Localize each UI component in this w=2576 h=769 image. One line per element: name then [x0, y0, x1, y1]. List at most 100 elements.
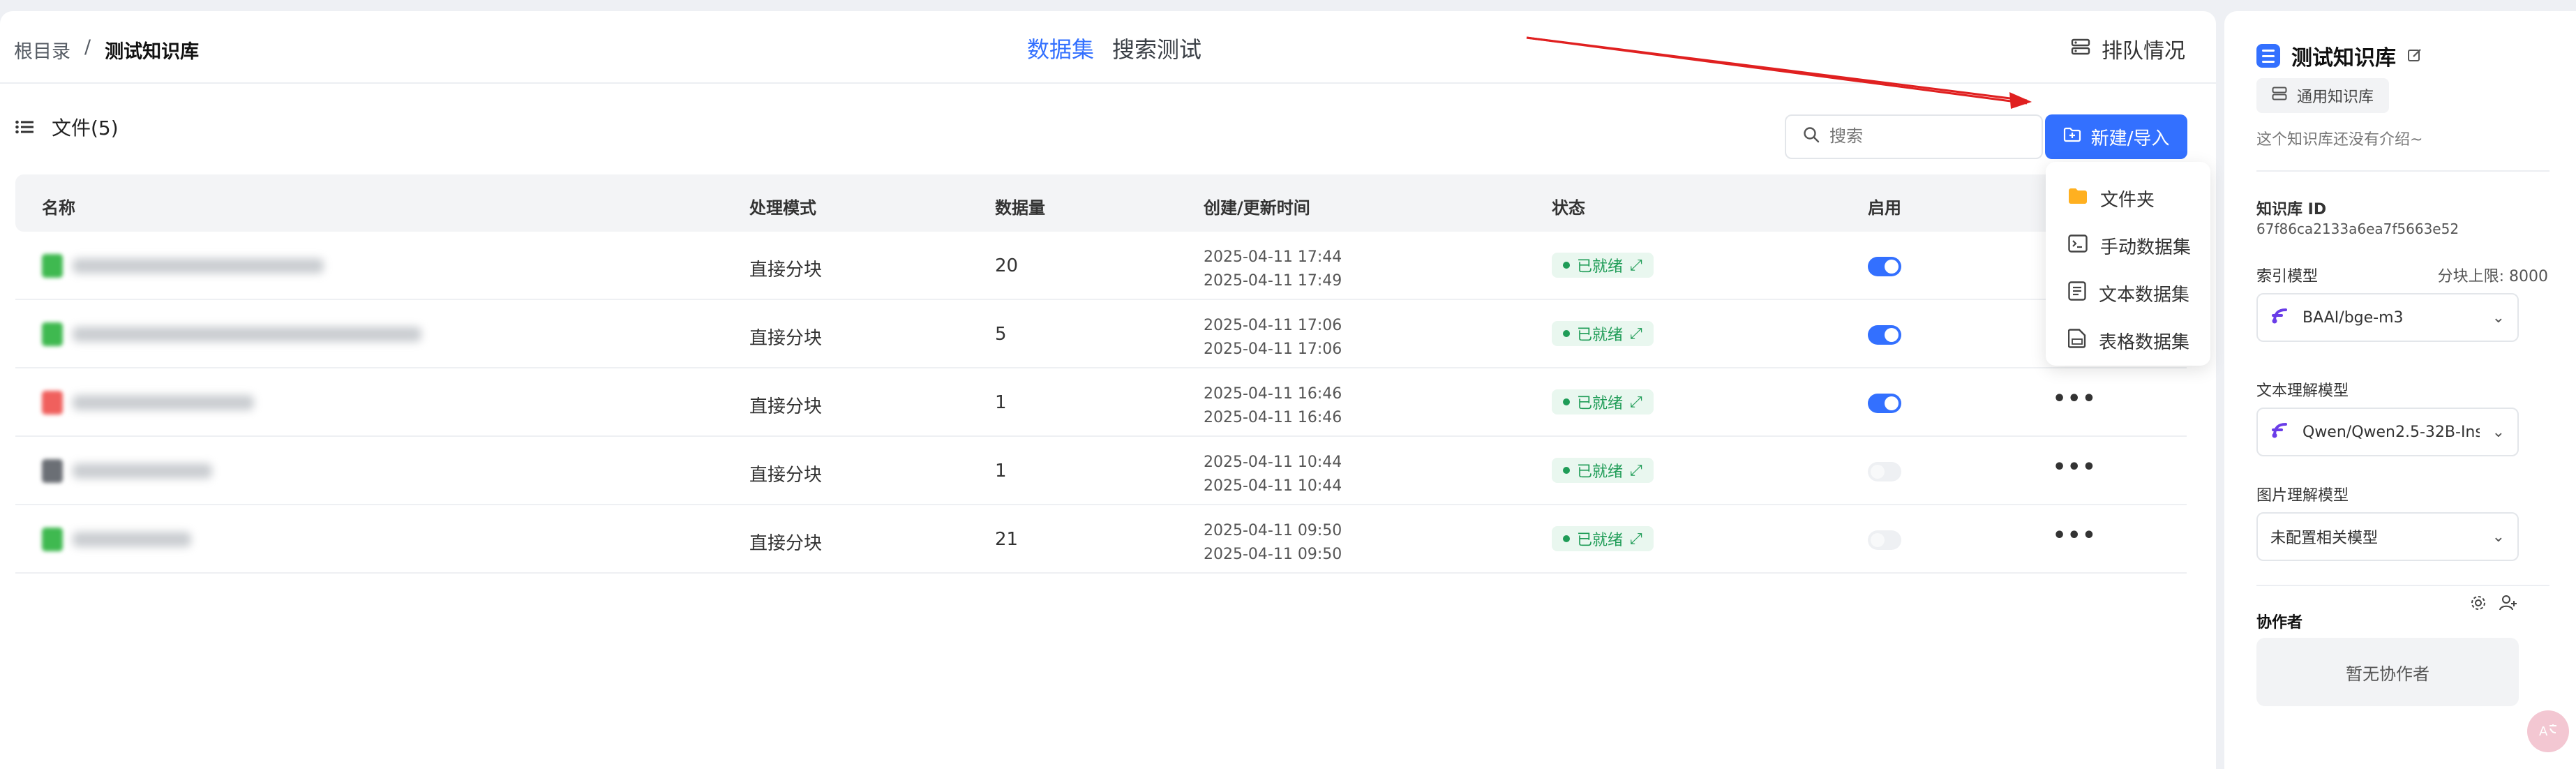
text-model-select[interactable]: Qwen/Qwen2.5-32B-Instruct ⌄	[2256, 408, 2519, 456]
breadcrumb: 根目录 / 测试知识库	[14, 36, 199, 64]
gear-icon[interactable]	[2470, 595, 2487, 614]
expand-icon: ⤢	[1630, 530, 1642, 548]
tab-search-test[interactable]: 搜索测试	[1112, 32, 1201, 64]
status-label: 已就绪	[1577, 532, 1624, 549]
queue-icon	[2071, 37, 2090, 61]
chunk-limit: 分块上限: 8000	[2437, 268, 2548, 285]
queue-status-button[interactable]: 排队情况	[2071, 33, 2185, 64]
expand-icon: ⤢	[1630, 324, 1642, 343]
collaborators-empty: 暂无协作者	[2256, 638, 2519, 706]
new-import-button[interactable]: 新建/导入	[2045, 114, 2187, 159]
collaborators-label: 协作者	[2256, 614, 2303, 632]
text-model-label: 文本理解模型	[2256, 382, 2349, 400]
file-icon	[42, 391, 63, 415]
mode-cell: 直接分块	[749, 396, 823, 417]
file-name-cell[interactable]	[42, 528, 191, 551]
folder-plus-icon	[2063, 126, 2081, 148]
created-time: 2025-04-11 09:50	[1204, 522, 1342, 539]
more-actions-button[interactable]: •••	[2053, 455, 2097, 479]
index-model-select[interactable]: BAAI/bge-m3 ⌄	[2256, 293, 2519, 342]
chevron-down-icon: ⌄	[2492, 423, 2505, 441]
time-cell: 2025-04-11 09:50 2025-04-11 09:50	[1204, 519, 1342, 567]
expand-icon: ⤢	[1630, 461, 1642, 479]
enable-toggle[interactable]	[1868, 394, 1901, 413]
list-icon	[15, 116, 33, 139]
file-name-redacted	[73, 463, 212, 479]
menu-item-label: 文本数据集	[2099, 284, 2190, 306]
index-model-value: BAAI/bge-m3	[2302, 308, 2404, 327]
menu-item-manual-dataset[interactable]: 手动数据集	[2046, 222, 2210, 269]
created-time: 2025-04-11 17:44	[1204, 248, 1342, 266]
enable-toggle[interactable]	[1868, 257, 1901, 276]
breadcrumb-root[interactable]: 根目录	[14, 36, 70, 64]
menu-item-label: 表格数据集	[2099, 331, 2190, 353]
top-bar: 根目录 / 测试知识库 数据集 搜索测试 排队情况	[0, 11, 2216, 84]
status-label: 已就绪	[1577, 258, 1624, 276]
image-model-label: 图片理解模型	[2256, 487, 2349, 505]
new-import-label: 新建/导入	[2090, 128, 2170, 149]
table-row[interactable]: 直接分块 5 2025-04-11 17:06 2025-04-11 17:06…	[15, 300, 2187, 368]
add-user-icon[interactable]	[2499, 595, 2517, 614]
updated-time: 2025-04-11 17:49	[1204, 272, 1342, 290]
file-name-cell[interactable]	[42, 459, 212, 483]
table-row[interactable]: 直接分块 1 2025-04-11 10:44 2025-04-11 10:44…	[15, 437, 2187, 505]
search-input[interactable]	[1829, 127, 2025, 147]
count-cell: 1	[995, 392, 1007, 413]
manual-dataset-icon	[2068, 234, 2088, 257]
breadcrumb-current: 测试知识库	[105, 41, 200, 63]
column-mode: 处理模式	[749, 198, 816, 218]
kb-id-value: 67f86ca2133a6ea7f5663e52	[2256, 221, 2459, 237]
column-name: 名称	[42, 198, 75, 218]
status-dot-icon	[1563, 535, 1570, 542]
more-actions-button[interactable]: •••	[2053, 523, 2097, 548]
model-icon	[2270, 420, 2290, 444]
file-icon	[42, 322, 63, 346]
file-name-redacted	[73, 532, 191, 547]
updated-time: 2025-04-11 10:44	[1204, 477, 1342, 495]
enable-toggle[interactable]	[1868, 530, 1901, 550]
file-name-cell[interactable]	[42, 254, 324, 278]
table-row[interactable]: 直接分块 1 2025-04-11 16:46 2025-04-11 16:46…	[15, 368, 2187, 437]
count-cell: 5	[995, 324, 1007, 345]
app-window: 根目录 / 测试知识库 数据集 搜索测试 排队情况 文件(5) 搜索 新建/导入…	[0, 0, 2576, 769]
file-name-cell[interactable]	[42, 322, 421, 346]
chevron-down-icon: ⌄	[2492, 308, 2505, 327]
breadcrumb-separator: /	[84, 36, 91, 58]
file-list-header: 文件(5)	[15, 113, 119, 141]
menu-item-folder[interactable]: 文件夹	[2046, 174, 2210, 222]
tab-datasets[interactable]: 数据集	[1027, 32, 1094, 64]
menu-item-text-dataset[interactable]: 文本数据集	[2046, 269, 2210, 317]
kb-title: 测试知识库	[2256, 40, 2423, 71]
translate-icon[interactable]: A	[2527, 710, 2569, 752]
status-badge: 已就绪 ⤢	[1552, 389, 1654, 415]
tab-bar: 数据集 搜索测试	[1027, 32, 1201, 64]
status-badge: 已就绪 ⤢	[1552, 458, 1654, 483]
table-row[interactable]: 直接分块 21 2025-04-11 09:50 2025-04-11 09:5…	[15, 505, 2187, 574]
knowledge-base-info-panel: 测试知识库 通用知识库 这个知识库还没有介绍~ 知识库 ID 67f86ca21…	[2224, 11, 2576, 769]
status-dot-icon	[1563, 262, 1570, 269]
kb-title-text: 测试知识库	[2291, 46, 2396, 70]
status-label: 已就绪	[1577, 327, 1624, 344]
edit-icon[interactable]	[2407, 44, 2423, 68]
image-model-select[interactable]: 未配置相关模型 ⌄	[2256, 512, 2519, 561]
menu-item-table-dataset[interactable]: 表格数据集	[2046, 317, 2210, 364]
file-name-redacted	[73, 395, 254, 410]
file-name-cell[interactable]	[42, 391, 254, 415]
folder-icon	[2068, 188, 2088, 209]
mode-cell: 直接分块	[749, 260, 823, 281]
column-time: 创建/更新时间	[1204, 198, 1310, 218]
enable-toggle[interactable]	[1868, 325, 1901, 345]
search-box[interactable]	[1785, 114, 2043, 159]
search-icon	[1803, 126, 1820, 147]
more-actions-button[interactable]: •••	[2053, 387, 2097, 411]
status-dot-icon	[1563, 467, 1570, 474]
text-dataset-icon	[2068, 281, 2086, 306]
knowledge-base-icon	[2256, 44, 2280, 68]
column-count: 数据量	[995, 198, 1045, 218]
enable-toggle[interactable]	[1868, 462, 1901, 481]
status-label: 已就绪	[1577, 463, 1624, 481]
model-icon	[2270, 306, 2290, 329]
kb-type-tag: 通用知识库	[2256, 78, 2390, 113]
created-time: 2025-04-11 16:46	[1204, 385, 1342, 403]
table-row[interactable]: 直接分块 20 2025-04-11 17:44 2025-04-11 17:4…	[15, 232, 2187, 300]
